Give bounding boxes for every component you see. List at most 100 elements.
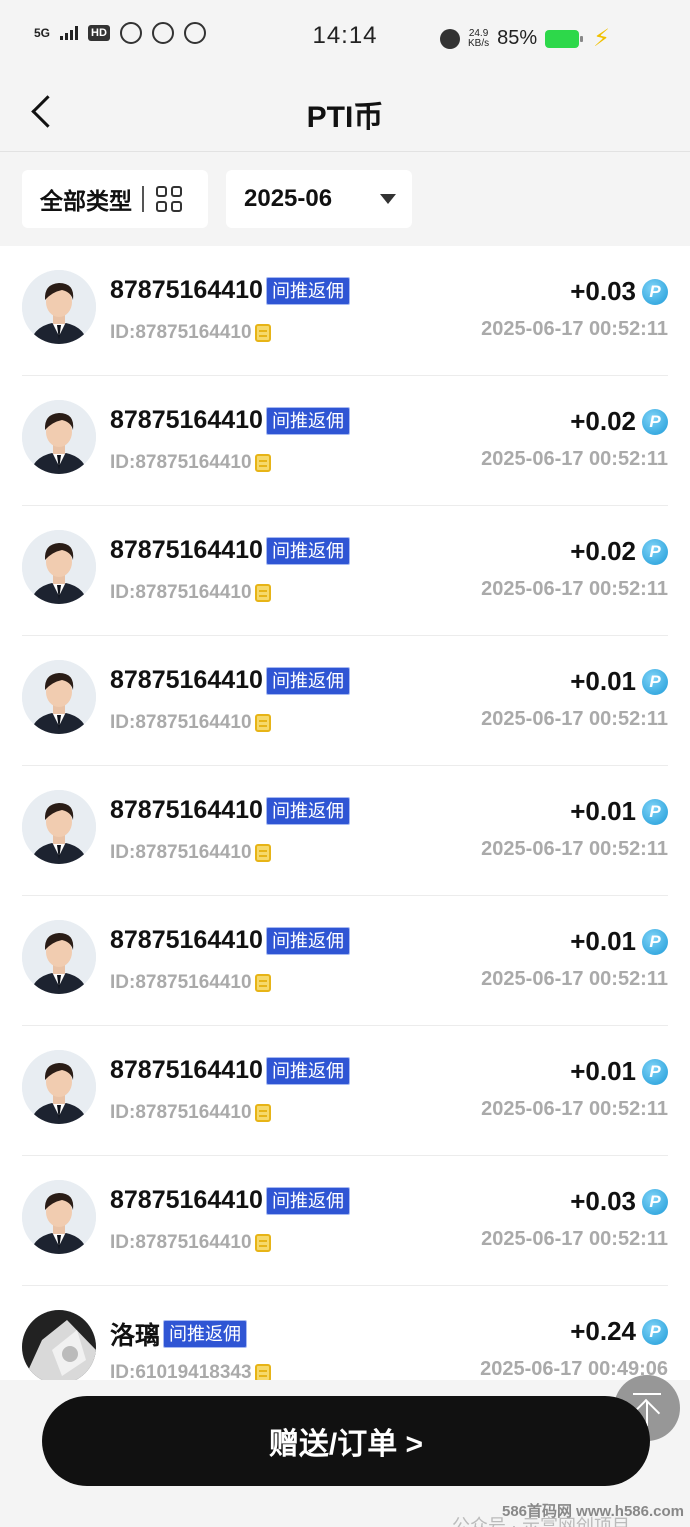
record-time: 2025-06-17 00:52:11	[481, 708, 668, 730]
amount: +0.01	[570, 796, 636, 826]
user-name: 87875164410	[110, 666, 263, 694]
copy-icon[interactable]	[254, 1364, 271, 1380]
watermark-account: 公众号 · 示富网创项目	[452, 1516, 630, 1527]
amount: +0.01	[570, 1056, 636, 1086]
copy-icon[interactable]	[254, 454, 271, 472]
record-time: 2025-06-17 00:52:11	[481, 968, 668, 990]
user-name: 87875164410	[110, 536, 263, 564]
pti-coin-icon: P	[642, 798, 668, 825]
pti-coin-icon: P	[642, 278, 668, 305]
divider	[142, 186, 144, 212]
id-line: ID:87875164410	[110, 1102, 271, 1124]
copy-icon[interactable]	[254, 584, 271, 602]
battery-icon	[545, 29, 584, 48]
avatar	[22, 270, 96, 344]
type-filter-button[interactable]: 全部类型	[22, 170, 208, 228]
record-row[interactable]: 87875164410 间推返佣 ID:87875164410 +0.01 P 2025-…	[22, 636, 668, 766]
user-id: ID:61019418343	[110, 1362, 252, 1380]
commission-tag: 间推返佣	[265, 276, 350, 305]
copy-icon[interactable]	[254, 1234, 271, 1252]
page-title: PTI币	[306, 101, 384, 134]
date-filter-dropdown[interactable]: 2025-06	[226, 170, 412, 228]
user-id: ID:87875164410	[110, 582, 252, 603]
id-line: ID:87875164410	[110, 842, 271, 864]
amount-line: +0.01 P	[570, 926, 668, 957]
record-row[interactable]: 87875164410 间推返佣 ID:87875164410 +0.01 P 2025-…	[22, 1026, 668, 1156]
record-row[interactable]: 87875164410 间推返佣 ID:87875164410 +0.02 P 2025-…	[22, 506, 668, 636]
commission-tag: 间推返佣	[265, 406, 350, 435]
network-speed: 24.9 KB/s	[467, 28, 490, 49]
name-line: 87875164410 间推返佣	[110, 666, 350, 695]
pti-coin-icon: P	[642, 668, 668, 695]
type-filter-label: 全部类型	[40, 188, 132, 214]
commission-tag: 间推返佣	[265, 1056, 350, 1085]
commission-tag: 间推返佣	[265, 1186, 350, 1215]
record-row[interactable]: 87875164410 间推返佣 ID:87875164410 +0.03 P 2025-…	[22, 1156, 668, 1286]
record-list[interactable]: 87875164410 间推返佣 ID:87875164410 +0.03 P 2025-…	[0, 246, 690, 1380]
commission-tag: 间推返佣	[265, 666, 350, 695]
avatar	[22, 790, 96, 864]
id-line: ID:87875164410	[110, 582, 271, 604]
commission-tag: 间推返佣	[265, 926, 350, 955]
pti-coin-icon: P	[642, 538, 668, 565]
user-id: ID:87875164410	[110, 1102, 252, 1123]
grid-icon	[156, 186, 182, 212]
amount: +0.02	[570, 536, 636, 566]
user-id: ID:87875164410	[110, 842, 252, 863]
speed-unit: KB/s	[467, 37, 490, 49]
copy-icon[interactable]	[254, 974, 271, 992]
avatar	[22, 1050, 96, 1124]
record-time: 2025-06-17 00:52:11	[481, 318, 668, 340]
id-line: ID:61019418343	[110, 1362, 271, 1380]
amount-line: +0.03 P	[570, 276, 668, 307]
amount-line: +0.02 P	[570, 536, 668, 567]
copy-icon[interactable]	[254, 844, 271, 862]
record-row[interactable]: 87875164410 间推返佣 ID:87875164410 +0.02 P 2025-…	[22, 376, 668, 506]
record-time: 2025-06-17 00:52:11	[481, 838, 668, 860]
avatar	[22, 1180, 96, 1254]
record-time: 2025-06-17 00:52:11	[481, 1228, 668, 1250]
avatar	[22, 920, 96, 994]
name-line: 87875164410 间推返佣	[110, 926, 350, 955]
pti-coin-icon: P	[642, 928, 668, 955]
record-row[interactable]: 洛璃 间推返佣 ID:61019418343 +0.24 P 2025-06-17 00:…	[22, 1286, 668, 1380]
user-name: 87875164410	[110, 276, 263, 304]
user-id: ID:87875164410	[110, 452, 252, 473]
commission-tag: 间推返佣	[163, 1320, 248, 1348]
user-name: 87875164410	[110, 1056, 263, 1084]
date-filter-label: 2025-06	[244, 185, 333, 212]
record-row[interactable]: 87875164410 间推返佣 ID:87875164410 +0.01 P 2025-…	[22, 896, 668, 1026]
copy-icon[interactable]	[254, 1104, 271, 1122]
copy-icon[interactable]	[254, 714, 271, 732]
name-line: 87875164410 间推返佣	[110, 406, 350, 435]
id-line: ID:87875164410	[110, 712, 271, 734]
amount: +0.24	[570, 1316, 636, 1346]
name-line: 87875164410 间推返佣	[110, 796, 350, 825]
name-line: 87875164410 间推返佣	[110, 1056, 350, 1085]
copy-icon[interactable]	[254, 324, 271, 342]
amount: +0.03	[570, 1186, 636, 1216]
record-row[interactable]: 87875164410 间推返佣 ID:87875164410 +0.03 P 2025-…	[22, 246, 668, 376]
amount: +0.01	[570, 926, 636, 956]
caret-down-icon	[380, 194, 396, 204]
name-line: 87875164410 间推返佣	[110, 276, 350, 305]
amount-line: +0.01 P	[570, 796, 668, 827]
pti-coin-icon: P	[642, 1318, 668, 1345]
amount-line: +0.03 P	[570, 1186, 668, 1217]
id-line: ID:87875164410	[110, 972, 271, 994]
record-time: 2025-06-17 00:52:11	[481, 448, 668, 470]
gift-order-button[interactable]: 赠送/订单 >	[42, 1396, 650, 1486]
avatar	[22, 1310, 96, 1380]
name-line: 87875164410 间推返佣	[110, 536, 350, 565]
amount: +0.03	[570, 276, 636, 306]
amount-line: +0.01 P	[570, 1056, 668, 1087]
filter-bar: 全部类型 2025-06	[22, 170, 412, 228]
user-id: ID:87875164410	[110, 712, 252, 733]
record-time: 2025-06-17 00:52:11	[481, 578, 668, 600]
record-row[interactable]: 87875164410 间推返佣 ID:87875164410 +0.01 P 2025-…	[22, 766, 668, 896]
amount: +0.02	[570, 406, 636, 436]
pti-coin-icon: P	[642, 1188, 668, 1215]
id-line: ID:87875164410	[110, 452, 271, 474]
id-line: ID:87875164410	[110, 322, 271, 344]
nav-bar: PTI币	[0, 70, 690, 152]
